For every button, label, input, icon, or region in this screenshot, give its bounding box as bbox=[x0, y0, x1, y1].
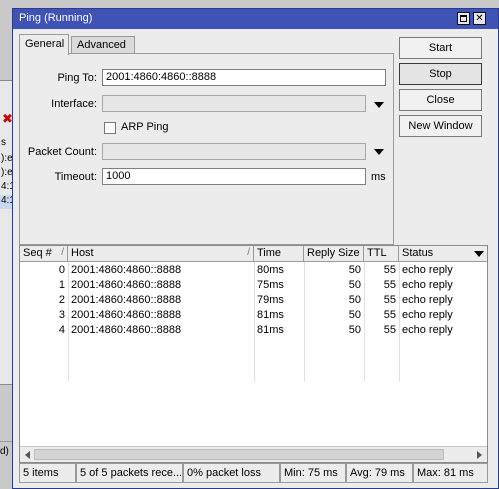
column-menu-icon[interactable] bbox=[474, 251, 484, 257]
table-row[interactable]: 4 2001:4860:4860::8888 81ms 50 55 echo r… bbox=[20, 323, 487, 338]
cell-seq: 0 bbox=[58, 264, 65, 276]
cell-time: 81ms bbox=[257, 324, 284, 336]
packet-count-label: Packet Count: bbox=[27, 146, 97, 158]
cell-size: 50 bbox=[348, 309, 361, 321]
column-ttl[interactable]: TTL bbox=[364, 246, 399, 262]
cell-seq: 3 bbox=[58, 309, 65, 321]
column-host[interactable]: Host / bbox=[68, 246, 254, 262]
horizontal-scrollbar[interactable] bbox=[20, 446, 487, 462]
close-window-button[interactable]: ✕ bbox=[473, 12, 486, 25]
column-seq[interactable]: Seq # / bbox=[20, 246, 68, 262]
cell-size: 50 bbox=[348, 279, 361, 291]
interface-dropdown-icon[interactable] bbox=[374, 102, 384, 108]
table-row[interactable]: 2 2001:4860:4860::8888 79ms 50 55 echo r… bbox=[20, 293, 487, 308]
status-avg: Avg: 79 ms bbox=[346, 463, 413, 483]
status-min: Min: 75 ms bbox=[280, 463, 346, 483]
cell-ttl: 55 bbox=[383, 309, 396, 321]
cell-size: 50 bbox=[348, 264, 361, 276]
results-table: Seq # / Host / Time Reply Size TTL Statu… bbox=[19, 245, 488, 463]
cell-seq: 1 bbox=[58, 279, 65, 291]
cell-time: 80ms bbox=[257, 264, 284, 276]
status-max: Max: 81 ms bbox=[413, 463, 488, 483]
stop-button[interactable]: Stop bbox=[399, 63, 482, 85]
column-host-label: Host bbox=[71, 247, 94, 259]
status-bar: 5 items 5 of 5 packets rece... 0% packet… bbox=[19, 463, 494, 483]
start-button[interactable]: Start bbox=[399, 37, 482, 59]
status-loss: 0% packet loss bbox=[183, 463, 280, 483]
cell-status: echo reply bbox=[402, 309, 453, 321]
cell-seq: 4 bbox=[58, 324, 65, 336]
column-status[interactable]: Status bbox=[399, 246, 487, 262]
table-header: Seq # / Host / Time Reply Size TTL Statu… bbox=[20, 246, 487, 262]
scroll-right-icon[interactable] bbox=[477, 451, 482, 459]
scrollbar-thumb[interactable] bbox=[34, 449, 444, 460]
cell-ttl: 55 bbox=[383, 324, 396, 336]
cell-host: 2001:4860:4860::8888 bbox=[71, 279, 182, 291]
ping-to-label: Ping To: bbox=[57, 72, 97, 84]
table-row[interactable]: 0 2001:4860:4860::8888 80ms 50 55 echo r… bbox=[20, 263, 487, 278]
status-items: 5 items bbox=[19, 463, 76, 483]
close-icon: ✕ bbox=[475, 13, 484, 24]
interface-label: Interface: bbox=[51, 98, 97, 110]
column-time[interactable]: Time bbox=[254, 246, 304, 262]
sort-icon: / bbox=[247, 247, 250, 258]
cell-host: 2001:4860:4860::8888 bbox=[71, 294, 182, 306]
maximize-button[interactable] bbox=[457, 12, 470, 25]
cell-ttl: 55 bbox=[383, 279, 396, 291]
arp-ping-label: ARP Ping bbox=[121, 121, 169, 133]
sort-icon: / bbox=[61, 247, 64, 258]
cell-status: echo reply bbox=[402, 294, 453, 306]
interface-select[interactable] bbox=[102, 95, 366, 112]
timeout-label: Timeout: bbox=[54, 171, 97, 183]
column-reply-size[interactable]: Reply Size bbox=[304, 246, 364, 262]
title-bar[interactable]: Ping (Running) ✕ bbox=[13, 9, 498, 29]
packet-count-select[interactable] bbox=[102, 143, 366, 160]
column-status-label: Status bbox=[402, 247, 434, 259]
packet-count-dropdown-icon[interactable] bbox=[374, 149, 384, 155]
cell-host: 2001:4860:4860::8888 bbox=[71, 309, 182, 321]
arp-ping-checkbox[interactable] bbox=[104, 122, 116, 134]
timeout-input[interactable]: 1000 bbox=[102, 168, 366, 185]
cell-status: echo reply bbox=[402, 324, 453, 336]
cell-status: echo reply bbox=[402, 264, 453, 276]
general-panel: Ping To: 2001:4860:4860::8888 Interface:… bbox=[19, 53, 394, 245]
cell-time: 81ms bbox=[257, 309, 284, 321]
tab-general[interactable]: General bbox=[19, 34, 69, 55]
timeout-unit: ms bbox=[371, 171, 386, 183]
cell-ttl: 55 bbox=[383, 294, 396, 306]
maximize-icon bbox=[460, 15, 467, 22]
new-window-button[interactable]: New Window bbox=[399, 115, 482, 137]
column-seq-label: Seq # bbox=[23, 247, 52, 259]
close-button[interactable]: Close bbox=[399, 89, 482, 111]
cell-ttl: 55 bbox=[383, 264, 396, 276]
table-row[interactable]: 3 2001:4860:4860::8888 81ms 50 55 echo r… bbox=[20, 308, 487, 323]
ping-to-input[interactable]: 2001:4860:4860::8888 bbox=[102, 69, 386, 86]
cell-host: 2001:4860:4860::8888 bbox=[71, 264, 182, 276]
cell-time: 79ms bbox=[257, 294, 284, 306]
cell-host: 2001:4860:4860::8888 bbox=[71, 324, 182, 336]
scroll-left-icon[interactable] bbox=[25, 451, 30, 459]
status-received: 5 of 5 packets rece... bbox=[76, 463, 183, 483]
cell-status: echo reply bbox=[402, 279, 453, 291]
cell-size: 50 bbox=[348, 294, 361, 306]
tab-advanced[interactable]: Advanced bbox=[71, 36, 135, 54]
ping-dialog: Ping (Running) ✕ General Advanced Ping T… bbox=[12, 8, 499, 489]
cell-time: 75ms bbox=[257, 279, 284, 291]
cell-seq: 2 bbox=[58, 294, 65, 306]
table-row[interactable]: 1 2001:4860:4860::8888 75ms 50 55 echo r… bbox=[20, 278, 487, 293]
cell-size: 50 bbox=[348, 324, 361, 336]
window-title: Ping (Running) bbox=[19, 12, 93, 24]
